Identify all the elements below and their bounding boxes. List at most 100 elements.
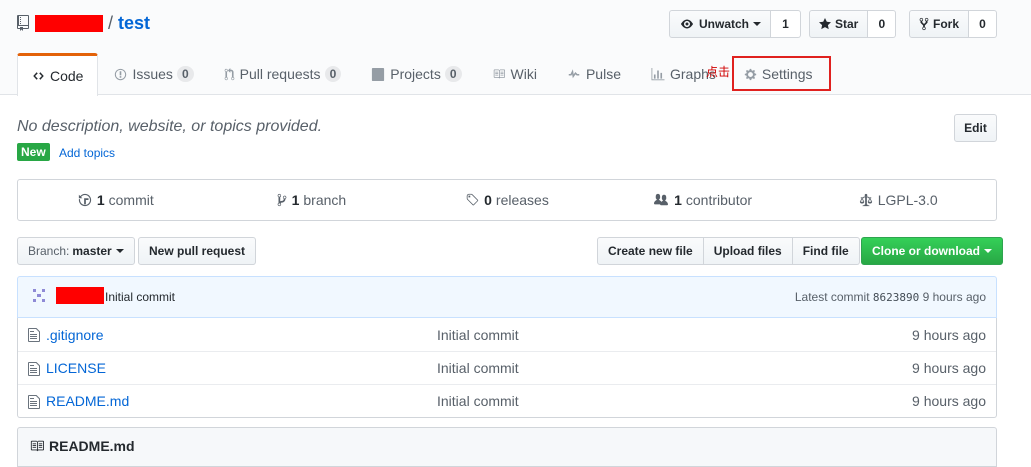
clone-nav: Clone or download (861, 237, 1003, 265)
new-badge: New (17, 143, 50, 161)
summary-releases[interactable]: 0 releases (409, 180, 605, 220)
latest-commit-age: 9 hours ago (922, 290, 986, 304)
create-new-file-button[interactable]: Create new file (597, 237, 704, 265)
file-icon (28, 328, 40, 342)
issue-icon (115, 68, 127, 80)
pull-request-icon (224, 67, 234, 80)
settings-highlight-box (732, 56, 831, 91)
readme-title-label: README.md (49, 438, 135, 454)
forks-count[interactable]: 0 (969, 10, 998, 38)
tab-pull-requests[interactable]: Pull requests 0 (209, 53, 357, 95)
stargazers-count[interactable]: 0 (868, 10, 897, 38)
add-topics-link[interactable]: Add topics (59, 146, 115, 160)
tab-wiki-label: Wiki (510, 66, 537, 82)
file-list: .gitignore Initial commit 9 hours ago LI… (17, 318, 997, 418)
projects-counter: 0 (444, 66, 462, 82)
file-commit-message[interactable]: Initial commit (437, 393, 519, 409)
file-name-link[interactable]: LICENSE (46, 360, 106, 376)
tab-projects[interactable]: Projects 0 (356, 53, 476, 95)
summary-contributors[interactable]: 1 contributor (605, 180, 801, 220)
latest-commit-message[interactable]: Initial commit (105, 290, 175, 304)
file-commit-message[interactable]: Initial commit (437, 327, 519, 343)
clone-or-download-label: Clone or download (872, 244, 980, 258)
repo-icon (17, 15, 29, 31)
owner-name-redacted[interactable] (35, 14, 103, 32)
tab-pull-requests-label: Pull requests (239, 66, 321, 82)
file-commit-message[interactable]: Initial commit (437, 360, 519, 376)
tab-code[interactable]: Code (17, 53, 99, 96)
repo-description: No description, website, or topics provi… (17, 118, 323, 135)
issues-counter: 0 (176, 66, 194, 82)
new-pull-request-button[interactable]: New pull request (138, 237, 257, 265)
path-separator: / (108, 12, 114, 33)
star-label: Star (835, 17, 859, 31)
history-icon (78, 193, 91, 207)
summary-branches[interactable]: 1 branch (214, 180, 410, 220)
star-button[interactable]: Star (809, 10, 869, 38)
releases-label: releases (495, 192, 549, 208)
commits-count: 1 (96, 192, 105, 208)
tab-issues[interactable]: Issues 0 (98, 53, 208, 95)
table-row: .gitignore Initial commit 9 hours ago (18, 318, 996, 351)
license-label: LGPL-3.0 (877, 192, 938, 208)
repo-name-link[interactable]: test (118, 13, 150, 34)
repo-header: / test Unwatch 1 Star 0 Fork 0 Code Issu… (0, 0, 1031, 96)
chevron-down-icon (115, 249, 124, 253)
latest-commit-info: Latest commit 8623890 9 hours ago (795, 290, 986, 304)
unwatch-button[interactable]: Unwatch (669, 10, 772, 38)
fork-button[interactable]: Fork (909, 10, 970, 38)
readme-header: README.md (17, 427, 997, 467)
tag-icon (466, 193, 479, 206)
click-annotation: 点击 (706, 65, 731, 79)
watch-group: Unwatch 1 (669, 10, 802, 38)
eye-icon (681, 19, 693, 29)
branches-count: 1 (291, 192, 300, 208)
numbers-summary: 1 commit 1 branch 0 releases 1 contribut… (17, 179, 997, 221)
branch-icon (277, 193, 286, 207)
pull-requests-counter: 0 (324, 66, 342, 82)
file-actions: Create new file Upload files Find file (597, 237, 860, 265)
law-icon (859, 193, 872, 207)
repo-title: / test (17, 11, 150, 35)
clone-or-download-button[interactable]: Clone or download (861, 237, 1003, 265)
avatar (33, 289, 45, 302)
project-icon (372, 67, 385, 81)
find-file-button[interactable]: Find file (792, 237, 860, 265)
file-age: 9 hours ago (912, 393, 986, 409)
edit-description-button[interactable]: Edit (954, 114, 997, 142)
commit-author-redacted[interactable] (56, 287, 104, 304)
commits-label: commit (108, 192, 154, 208)
tab-wiki[interactable]: Wiki (477, 53, 552, 95)
tab-projects-label: Projects (390, 66, 441, 82)
file-icon (28, 395, 40, 409)
branch-name: master (72, 244, 112, 258)
file-name-link[interactable]: README.md (46, 393, 129, 409)
latest-commit-bar: Initial commit Latest commit 8623890 9 h… (17, 276, 997, 318)
summary-commits[interactable]: 1 commit (18, 180, 214, 220)
summary-license[interactable]: LGPL-3.0 (800, 180, 996, 220)
tab-pulse-label: Pulse (585, 66, 621, 82)
pulse-icon (568, 69, 580, 79)
readme-title: README.md (29, 438, 135, 454)
contributors-count: 1 (674, 192, 682, 208)
file-name-link[interactable]: .gitignore (46, 327, 104, 343)
file-icon (28, 362, 40, 376)
latest-commit-prefix: Latest commit (794, 290, 870, 304)
branch-select-button[interactable]: Branch: master (17, 237, 135, 265)
chevron-down-icon (753, 22, 762, 26)
commit-sha-link[interactable]: 8623890 (873, 291, 919, 304)
table-row: LICENSE Initial commit 9 hours ago (18, 351, 996, 384)
branches-label: branch (303, 192, 347, 208)
book-icon (493, 69, 505, 79)
star-icon (819, 18, 831, 30)
pull-request-nav: New pull request (138, 237, 257, 265)
file-age: 9 hours ago (912, 326, 986, 343)
upload-files-button[interactable]: Upload files (703, 237, 793, 265)
code-icon (33, 72, 44, 80)
tab-code-label: Code (50, 68, 84, 84)
tab-pulse[interactable]: Pulse (552, 53, 636, 95)
unwatch-label: Unwatch (699, 17, 750, 31)
star-group: Star 0 (809, 10, 897, 38)
watchers-count[interactable]: 1 (771, 10, 802, 38)
table-row: README.md Initial commit 9 hours ago (18, 384, 996, 417)
